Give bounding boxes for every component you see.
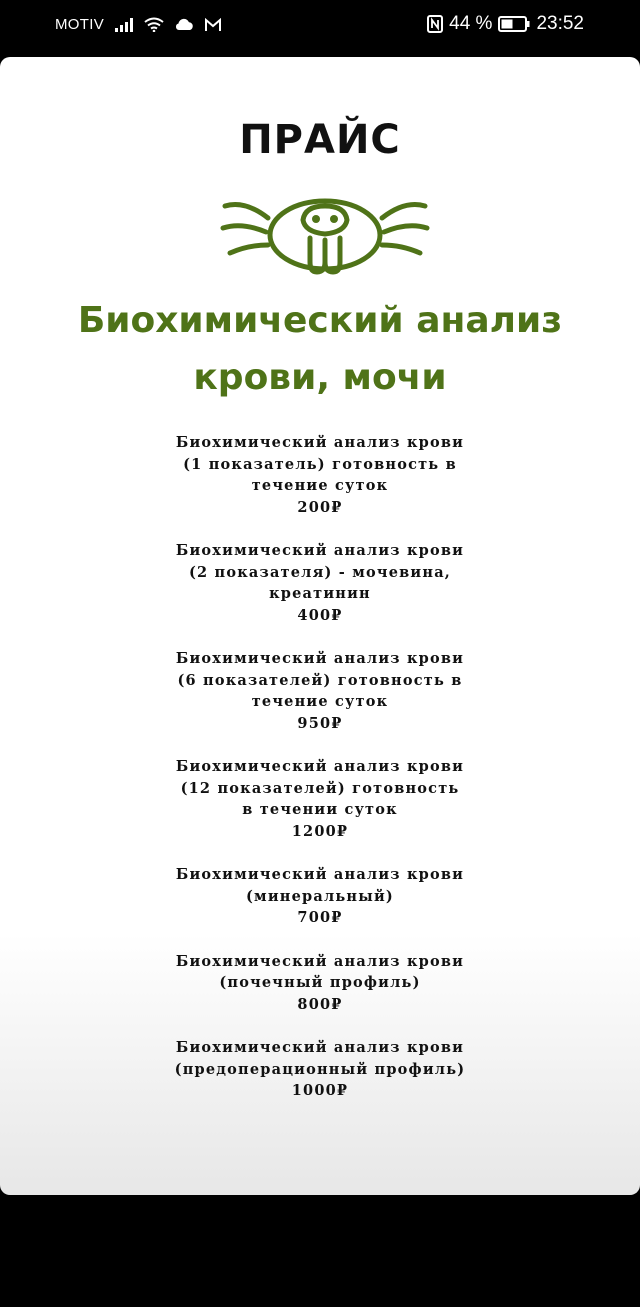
- service-price: 1200₽: [291, 822, 349, 840]
- service-line: Биохимический анализ крови: [175, 866, 465, 883]
- service-line: (1 показатель) готовность в: [183, 455, 457, 473]
- headline-line-1: Биохимический анализ: [77, 300, 563, 341]
- price-item: Биохимический анализ крови (12 показател…: [0, 756, 640, 842]
- status-left: MOTIV: [55, 16, 222, 33]
- price-item: Биохимический анализ крови (2 показателя…: [0, 540, 640, 626]
- service-price: 700₽: [297, 909, 343, 926]
- service-price: 400₽: [297, 606, 343, 624]
- service-line: Биохимический анализ крови: [175, 758, 465, 775]
- service-line: Биохимический анализ крови: [175, 1039, 465, 1056]
- wifi-icon: [144, 17, 164, 32]
- service-line: (6 показателей) готовность в: [177, 671, 463, 689]
- service-price: 200₽: [297, 498, 343, 516]
- service-line: Биохимический анализ крови: [175, 952, 465, 970]
- beaver-face-icon: [220, 198, 430, 275]
- battery-icon: [498, 16, 530, 32]
- mail-icon: [205, 17, 221, 31]
- nfc-icon: [427, 15, 444, 33]
- price-item: Биохимический анализ крови (6 показателе…: [0, 648, 640, 734]
- price-item: Биохимический анализ крови (почечный про…: [0, 951, 640, 1016]
- service-line: Биохимический анализ крови: [175, 434, 465, 451]
- price-list: Биохимический анализ крови (1 показатель…: [0, 432, 640, 1124]
- service-price: 1000₽: [291, 1082, 349, 1099]
- navigation-area: [0, 1195, 640, 1307]
- service-line: (2 показателя) - мочевина,: [188, 563, 452, 581]
- cloud-icon: [175, 18, 193, 30]
- carrier-label: MOTIV: [55, 16, 104, 33]
- service-line: в течении суток: [242, 801, 398, 818]
- battery-percent: 44 %: [449, 13, 493, 34]
- status-right: 44 % 23:52: [427, 13, 584, 35]
- service-line: креатинин: [269, 585, 371, 602]
- price-item: Биохимический анализ крови (минеральный)…: [0, 864, 640, 929]
- status-bar: MOTIV 44 % 23:52: [0, 0, 640, 50]
- service-line: (предоперационный профиль): [174, 1060, 466, 1078]
- clock: 23:52: [536, 13, 584, 34]
- service-line: течение суток: [251, 477, 389, 494]
- service-line: Биохимический анализ крови: [175, 542, 465, 559]
- service-line: (почечный профиль): [219, 974, 421, 991]
- service-line: течение суток: [251, 693, 389, 710]
- service-line: (минеральный): [245, 887, 394, 905]
- price-item: Биохимический анализ крови (предоперацио…: [0, 1037, 640, 1102]
- service-price: 800₽: [297, 995, 343, 1013]
- service-price: 950₽: [297, 714, 343, 732]
- signal-icon: [115, 17, 133, 32]
- page-title: ПРАЙС: [239, 117, 401, 163]
- headline-line-2: крови, мочи: [193, 357, 447, 398]
- price-item: Биохимический анализ крови (1 показатель…: [0, 432, 640, 518]
- service-line: (12 показателей) готовность: [180, 779, 460, 797]
- service-line: Биохимический анализ крови: [175, 650, 465, 667]
